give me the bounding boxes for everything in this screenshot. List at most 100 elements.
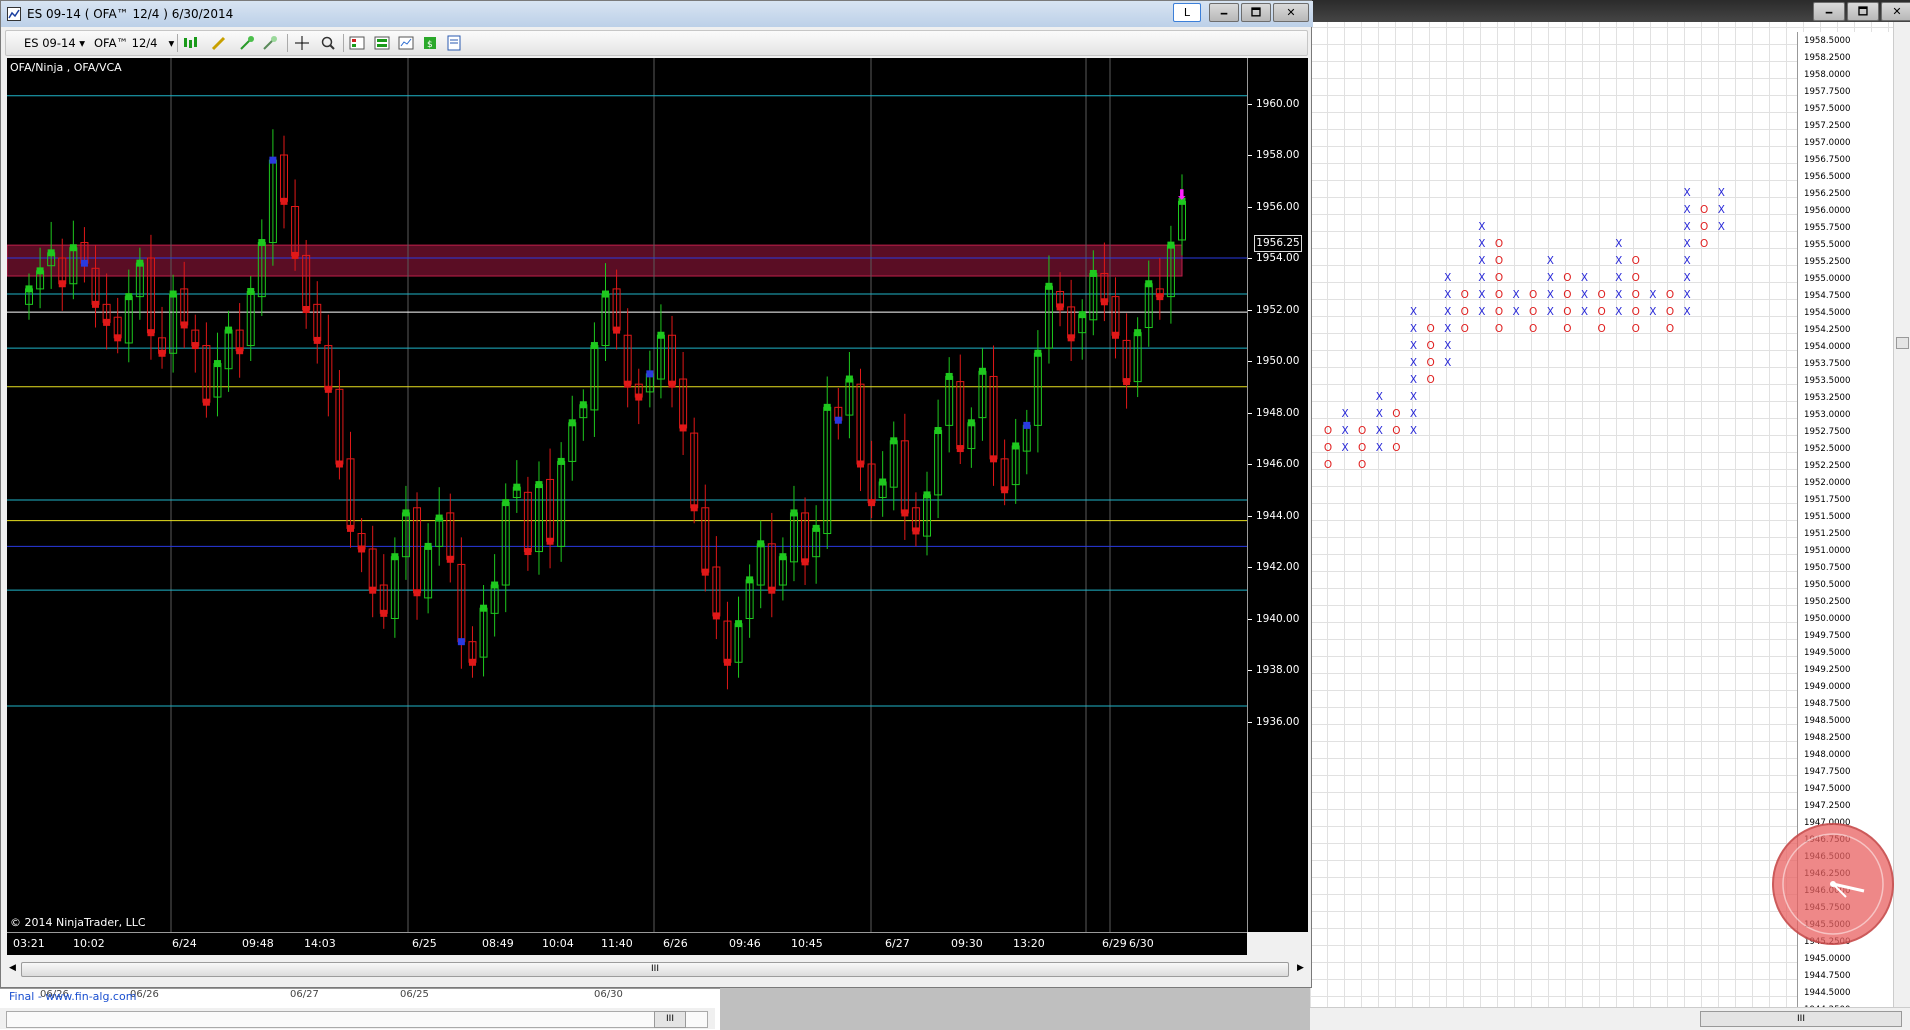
bar-type-icon[interactable] xyxy=(182,35,198,51)
pnf-o-mark: O xyxy=(1631,306,1640,318)
bg-date-tick: 06/27 xyxy=(290,989,319,1000)
pnf-price-label: 1948.0000 xyxy=(1804,750,1851,760)
pnf-x-mark: X xyxy=(1375,442,1383,454)
pnf-x-mark: X xyxy=(1546,255,1554,267)
pnf-o-mark: O xyxy=(1460,306,1469,318)
pnf-scroll-thumb-h[interactable]: III xyxy=(1700,1011,1902,1027)
close-marker xyxy=(358,545,366,553)
pnf-o-mark: O xyxy=(1323,442,1333,454)
time-axis-label: 11:40 xyxy=(601,937,633,950)
close-marker xyxy=(258,239,266,247)
price-plot[interactable]: ⬇ xyxy=(7,58,1247,932)
time-axis-label: 6/24 xyxy=(172,937,197,950)
pnf-x-mark: X xyxy=(1683,289,1691,301)
chevron-down-icon: ▾ xyxy=(168,36,175,50)
close-button[interactable]: ✕ xyxy=(1273,3,1309,22)
pnf-price-label: 1955.7500 xyxy=(1804,223,1851,233)
close-marker xyxy=(934,427,942,435)
properties-icon[interactable] xyxy=(398,35,414,51)
pnf-o-mark: O xyxy=(1563,323,1572,335)
pnf-price-label: 1955.0000 xyxy=(1804,274,1851,284)
close-marker xyxy=(247,287,255,295)
crosshair-icon[interactable] xyxy=(294,35,310,51)
pnf-o-mark: O xyxy=(1529,289,1538,301)
bg-scroll-thumb[interactable]: III xyxy=(654,1011,686,1028)
close-marker xyxy=(746,576,754,584)
pnf-x-mark: X xyxy=(1444,272,1452,284)
pnf-o-mark: O xyxy=(1460,289,1469,301)
pnf-o-mark: O xyxy=(1597,289,1606,301)
pnf-x-mark: X xyxy=(1341,408,1349,420)
close-marker xyxy=(657,331,665,339)
minimize-button[interactable]: 🗕 xyxy=(1209,3,1239,22)
pnf-o-mark: O xyxy=(1700,221,1709,233)
price-axis-label: 1946.00 xyxy=(1256,458,1300,470)
close-marker xyxy=(280,197,288,205)
pnf-o-mark: O xyxy=(1494,323,1504,335)
pnf-x-mark: X xyxy=(1683,238,1691,250)
pnf-o-mark: O xyxy=(1358,425,1367,437)
close-marker xyxy=(823,403,831,411)
zoom-icon[interactable] xyxy=(320,35,336,51)
pnf-price-label: 1948.7500 xyxy=(1804,699,1851,709)
close-marker xyxy=(1145,280,1153,288)
fin-alg-link[interactable]: Final - www.fin-alg.com xyxy=(9,990,136,1003)
bg-horizontal-scrollbar[interactable]: III xyxy=(0,1008,715,1029)
chart-app-icon xyxy=(7,7,21,21)
strategy-icon[interactable] xyxy=(262,35,278,51)
pnf-price-label: 1952.2500 xyxy=(1804,461,1851,471)
pnf-close-button[interactable]: ✕ xyxy=(1881,2,1910,21)
chart-scroll-thumb[interactable]: III xyxy=(21,962,1289,977)
order-entry-icon[interactable] xyxy=(374,35,390,51)
close-marker xyxy=(579,401,587,409)
pnf-x-mark: X xyxy=(1512,289,1520,301)
pnf-x-mark: X xyxy=(1512,306,1520,318)
time-axis-label: 6/29 xyxy=(1102,937,1127,950)
pnf-vertical-scrollbar[interactable] xyxy=(1893,22,1910,1007)
instrument-selector[interactable]: ES 09-14 ▾ xyxy=(24,34,85,52)
close-marker xyxy=(1156,293,1164,301)
pnf-o-mark: O xyxy=(1563,289,1572,301)
scroll-left-arrow-icon[interactable]: ◀ xyxy=(9,963,16,973)
time-axis-label: 6/30 xyxy=(1129,937,1154,950)
close-marker xyxy=(879,478,887,486)
maximize-button[interactable]: 🗖 xyxy=(1241,3,1271,22)
drawing-tool-icon[interactable] xyxy=(211,35,227,51)
pnf-x-mark: X xyxy=(1409,425,1418,437)
pnf-price-label: 1947.5000 xyxy=(1804,784,1851,794)
close-marker xyxy=(845,375,853,383)
pnf-o-mark: O xyxy=(1358,442,1367,454)
close-marker xyxy=(890,437,898,445)
indicator-icon[interactable] xyxy=(239,35,255,51)
pnf-x-mark: X xyxy=(1478,221,1486,233)
close-marker xyxy=(36,267,44,275)
pnf-o-mark: O xyxy=(1700,238,1709,250)
pnf-scroll-thumb[interactable] xyxy=(1896,337,1909,349)
pnf-minimize-button[interactable]: 🗕 xyxy=(1813,2,1845,21)
close-marker xyxy=(147,329,155,337)
clock-face-icon xyxy=(1782,833,1884,935)
price-axis-label: 1940.00 xyxy=(1256,612,1300,625)
chart-trader-icon[interactable] xyxy=(349,35,365,51)
chart-titlebar[interactable]: ES 09-14 ( OFA™ 12/4 ) 6/30/2014 L 🗕 🗖 ✕ xyxy=(1,1,1313,27)
pnf-maximize-button[interactable]: 🗖 xyxy=(1847,2,1879,21)
price-axis-label: 1952.00 xyxy=(1256,303,1300,316)
period-label: OFA™ 12/4 xyxy=(94,36,158,50)
snapshot-icon[interactable]: $ xyxy=(422,35,438,51)
close-marker xyxy=(1134,329,1142,337)
pnf-price-label: 1947.7500 xyxy=(1804,767,1851,777)
pnf-x-mark: X xyxy=(1478,272,1486,284)
link-button[interactable]: L xyxy=(1173,3,1201,22)
time-axis[interactable]: 03:21 10:02 6/24 09:48 14:03 6/25 08:49 10:04 11… xyxy=(7,932,1247,955)
scroll-right-arrow-icon[interactable]: ▶ xyxy=(1297,963,1304,973)
close-marker xyxy=(158,349,166,357)
time-axis-label: 09:46 xyxy=(729,937,761,950)
data-box-icon[interactable] xyxy=(446,35,462,51)
period-selector[interactable]: OFA™ 12/4 ▾ xyxy=(94,34,174,52)
close-marker xyxy=(103,318,111,326)
price-axis[interactable]: 1962.001960.001958.001956.001954.001952.… xyxy=(1247,58,1308,932)
pnf-price-label: 1944.7500 xyxy=(1804,971,1851,981)
pnf-horizontal-scrollbar[interactable]: III xyxy=(1310,1007,1910,1030)
chart-horizontal-scrollbar[interactable]: ◀ III ▶ xyxy=(9,958,1309,982)
pnf-price-label: 1944.5000 xyxy=(1804,988,1851,998)
